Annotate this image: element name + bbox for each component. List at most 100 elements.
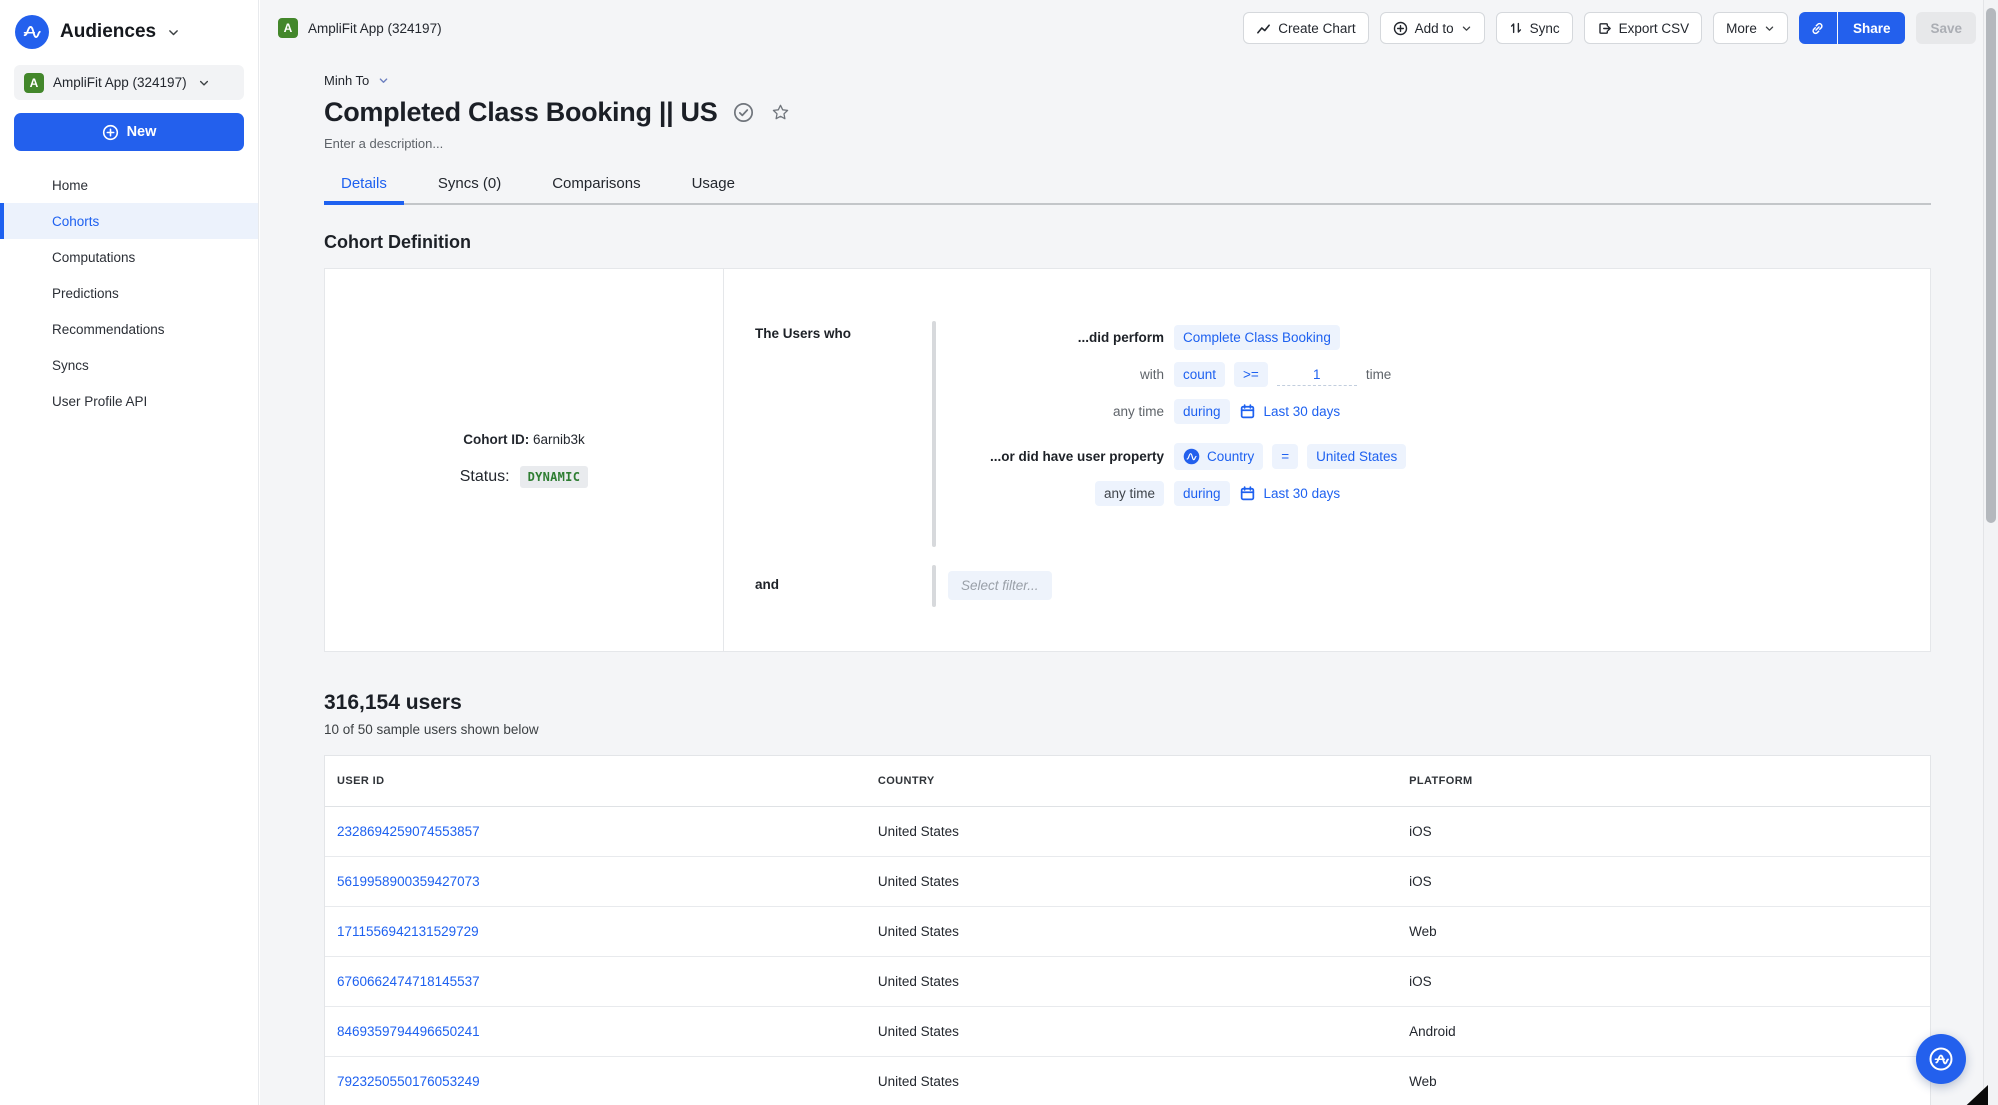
sidebar-item-label: Predictions	[52, 286, 119, 301]
sample-users-table: USER ID COUNTRY PLATFORM 232869425907455…	[324, 755, 1931, 1105]
sidebar-item-cohorts[interactable]: Cohorts	[0, 203, 258, 239]
sidebar-item-label: User Profile API	[52, 394, 147, 409]
cohort-definition-panel: Cohort ID: 6arnib3k Status: DYNAMIC The …	[324, 268, 1931, 652]
new-button-label: New	[127, 124, 157, 140]
anytime-chip-wrap: any time	[948, 481, 1164, 506]
sidebar-item-syncs[interactable]: Syncs	[0, 347, 258, 383]
user-id-link[interactable]: 5619958900359427073	[337, 874, 480, 889]
sidebar-item-computations[interactable]: Computations	[0, 239, 258, 275]
sync-arrows-icon	[1509, 21, 1523, 35]
platform-cell: iOS	[1397, 806, 1930, 856]
export-csv-label: Export CSV	[1619, 21, 1690, 36]
sidebar-item-label: Cohorts	[52, 214, 99, 229]
sidebar-item-label: Computations	[52, 250, 135, 265]
rule-group-bar	[932, 321, 936, 547]
anytime-select[interactable]: any time	[1095, 481, 1164, 506]
cohort-id-value: 6arnib3k	[533, 432, 585, 447]
amplitude-help-fab[interactable]	[1916, 1034, 1966, 1084]
sidebar-item-recommendations[interactable]: Recommendations	[0, 311, 258, 347]
project-name: AmpliFit App (324197)	[53, 75, 187, 90]
status-row: Status: DYNAMIC	[460, 466, 589, 488]
tab-comparisons[interactable]: Comparisons	[535, 166, 657, 203]
project-badge: A	[24, 73, 44, 93]
star-icon[interactable]	[770, 102, 791, 123]
select-filter-input[interactable]: Select filter...	[948, 571, 1052, 600]
user-id-link[interactable]: 7923250550176053249	[337, 1074, 480, 1089]
export-csv-button[interactable]: Export CSV	[1584, 12, 1703, 44]
country-cell: United States	[866, 1056, 1397, 1105]
table-header-row: USER ID COUNTRY PLATFORM	[325, 756, 1930, 806]
create-chart-button[interactable]: Create Chart	[1243, 12, 1368, 44]
sidebar-item-label: Syncs	[52, 358, 89, 373]
project-badge: A	[278, 18, 298, 38]
property-select[interactable]: Country	[1174, 443, 1263, 470]
sidebar-item-predictions[interactable]: Predictions	[0, 275, 258, 311]
title-row: Completed Class Booking || US	[324, 97, 1931, 128]
date-range-label: Last 30 days	[1264, 404, 1341, 419]
chevron-down-icon	[1461, 23, 1472, 34]
page-title[interactable]: Completed Class Booking || US	[324, 97, 717, 128]
property-value-select[interactable]: United States	[1307, 444, 1406, 469]
share-button[interactable]: Share	[1838, 12, 1906, 44]
date-range-picker[interactable]: Last 30 days	[1239, 403, 1341, 420]
owner-dropdown[interactable]: Minh To	[324, 73, 389, 88]
export-icon	[1597, 21, 1612, 36]
event-select[interactable]: Complete Class Booking	[1174, 325, 1340, 350]
sync-button[interactable]: Sync	[1496, 12, 1573, 44]
date-range-picker[interactable]: Last 30 days	[1239, 485, 1341, 502]
country-cell: United States	[866, 906, 1397, 956]
cohort-definition-heading: Cohort Definition	[324, 232, 1931, 253]
during-select[interactable]: during	[1174, 481, 1230, 506]
tab-label: Details	[341, 175, 387, 192]
platform-cell: Web	[1397, 906, 1930, 956]
calendar-icon	[1239, 485, 1256, 502]
tab-details[interactable]: Details	[324, 166, 404, 203]
save-button[interactable]: Save	[1916, 12, 1976, 44]
users-count-title: 316,154 users	[324, 691, 1931, 715]
verify-check-icon[interactable]	[733, 102, 754, 123]
group-label: The Users who	[755, 326, 851, 341]
top-toolbar: A AmpliFit App (324197) Create Chart Add…	[260, 0, 1998, 56]
new-button[interactable]: New	[14, 113, 244, 151]
property-name: Country	[1207, 449, 1254, 464]
chevron-down-icon	[167, 26, 180, 39]
during-select[interactable]: during	[1174, 399, 1230, 424]
project-selector[interactable]: A AmpliFit App (324197)	[14, 65, 244, 100]
user-id-link[interactable]: 1711556942131529729	[337, 924, 479, 939]
tab-usage[interactable]: Usage	[675, 166, 752, 203]
plus-circle-icon	[1393, 21, 1408, 36]
tab-syncs[interactable]: Syncs (0)	[421, 166, 518, 203]
description-placeholder[interactable]: Enter a description...	[324, 136, 1931, 151]
rule-count-row: with count >= 1 time	[948, 356, 1406, 393]
with-label: with	[948, 367, 1164, 382]
anytime-label: any time	[948, 404, 1164, 419]
col-header-country: COUNTRY	[866, 756, 1397, 806]
property-operator-select[interactable]: =	[1272, 444, 1298, 469]
scrollbar-thumb[interactable]	[1986, 8, 1996, 523]
line-chart-icon	[1256, 21, 1271, 36]
user-id-link[interactable]: 6760662474718145537	[337, 974, 480, 989]
count-value-input[interactable]: 1	[1277, 363, 1357, 386]
user-id-link[interactable]: 8469359794496650241	[337, 1024, 480, 1039]
country-cell: United States	[866, 806, 1397, 856]
sidebar-item-home[interactable]: Home	[0, 167, 258, 203]
share-label: Share	[1853, 21, 1891, 36]
workspace-switcher[interactable]: Audiences	[0, 0, 258, 57]
share-split-button: Share	[1799, 12, 1906, 44]
and-label: and	[755, 577, 779, 592]
and-group-bar	[932, 565, 936, 607]
count-property-select[interactable]: count	[1174, 362, 1225, 387]
toolbar-actions: Create Chart Add to Sync	[1243, 12, 1976, 44]
table-row: 6760662474718145537 United States iOS	[325, 956, 1930, 1006]
add-to-button[interactable]: Add to	[1380, 12, 1485, 44]
user-id-link[interactable]: 2328694259074553857	[337, 824, 480, 839]
app-name: Audiences	[60, 21, 156, 43]
chevron-down-icon	[198, 77, 210, 89]
toolbar-project-name: AmpliFit App (324197)	[308, 21, 442, 36]
count-operator-select[interactable]: >=	[1234, 362, 1268, 387]
more-button[interactable]: More	[1713, 12, 1788, 44]
sidebar-item-user-profile-api[interactable]: User Profile API	[0, 383, 258, 419]
create-chart-label: Create Chart	[1278, 21, 1355, 36]
link-icon	[1810, 21, 1825, 36]
copy-link-button[interactable]	[1799, 12, 1837, 44]
